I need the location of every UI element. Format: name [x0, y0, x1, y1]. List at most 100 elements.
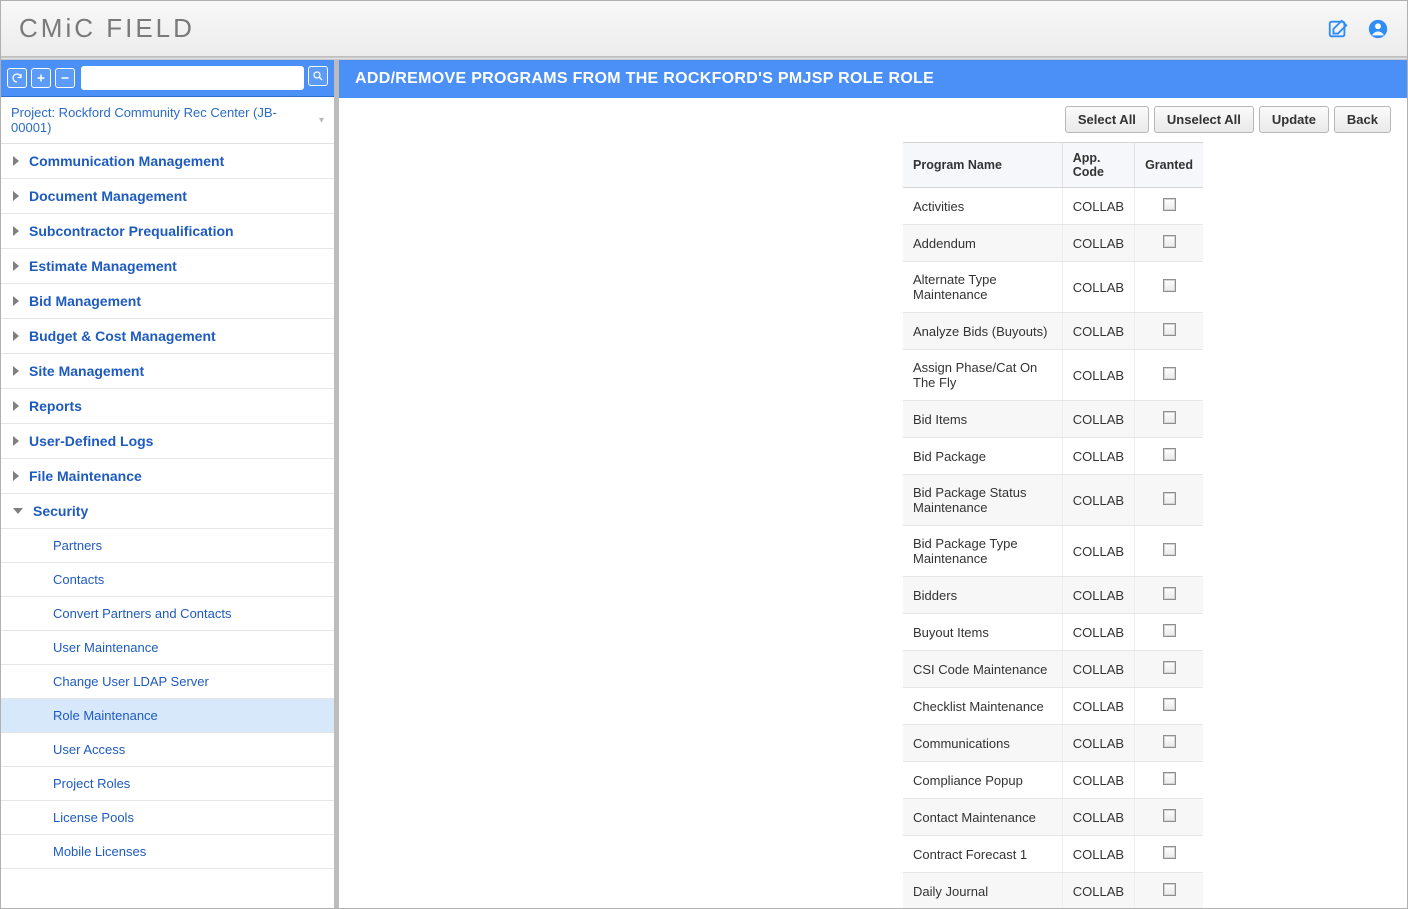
cell-program: Bid Items: [903, 401, 1062, 438]
col-appcode-header[interactable]: App. Code: [1062, 143, 1134, 188]
col-granted-header[interactable]: Granted: [1135, 143, 1203, 188]
nav-group[interactable]: Communication Management: [1, 144, 334, 179]
granted-checkbox[interactable]: [1163, 367, 1176, 380]
nav-sub-item[interactable]: Contacts: [1, 563, 334, 597]
granted-checkbox[interactable]: [1163, 661, 1176, 674]
search-icon[interactable]: [308, 66, 328, 86]
cell-granted: [1135, 614, 1203, 651]
granted-checkbox[interactable]: [1163, 492, 1176, 505]
cell-granted: [1135, 725, 1203, 762]
cell-program: Bid Package Type Maintenance: [903, 526, 1062, 577]
granted-checkbox[interactable]: [1163, 279, 1176, 292]
cell-granted: [1135, 188, 1203, 225]
granted-checkbox[interactable]: [1163, 698, 1176, 711]
table-row: Bid Package Status MaintenanceCOLLAB: [903, 475, 1203, 526]
cell-granted: [1135, 262, 1203, 313]
col-program-header[interactable]: Program Name: [903, 143, 1062, 188]
brand-suffix: C: [74, 13, 96, 43]
granted-checkbox[interactable]: [1163, 448, 1176, 461]
nav-group-label: Communication Management: [29, 153, 224, 169]
cell-program: CSI Code Maintenance: [903, 651, 1062, 688]
granted-checkbox[interactable]: [1163, 809, 1176, 822]
cell-appcode: COLLAB: [1062, 262, 1134, 313]
cell-appcode: COLLAB: [1062, 614, 1134, 651]
content-pane: ADD/REMOVE PROGRAMS FROM THE ROCKFORD'S …: [335, 60, 1407, 908]
cell-granted: [1135, 577, 1203, 614]
chevron-right-icon: [13, 366, 19, 376]
nav-group[interactable]: Budget & Cost Management: [1, 319, 334, 354]
user-icon[interactable]: [1367, 18, 1389, 40]
select-all-button[interactable]: Select All: [1065, 106, 1149, 133]
chevron-right-icon: [13, 156, 19, 166]
cell-appcode: COLLAB: [1062, 577, 1134, 614]
granted-checkbox[interactable]: [1163, 846, 1176, 859]
cell-granted: [1135, 401, 1203, 438]
granted-checkbox[interactable]: [1163, 411, 1176, 424]
chevron-right-icon: [13, 191, 19, 201]
cell-granted: [1135, 475, 1203, 526]
cell-granted: [1135, 350, 1203, 401]
cell-appcode: COLLAB: [1062, 725, 1134, 762]
cell-appcode: COLLAB: [1062, 651, 1134, 688]
back-button[interactable]: Back: [1334, 106, 1391, 133]
nav-group[interactable]: Security: [1, 494, 334, 529]
nav-sub-item[interactable]: Partners: [1, 529, 334, 563]
granted-checkbox[interactable]: [1163, 587, 1176, 600]
nav-group[interactable]: Subcontractor Prequalification: [1, 214, 334, 249]
granted-checkbox[interactable]: [1163, 543, 1176, 556]
update-button[interactable]: Update: [1259, 106, 1329, 133]
table-row: Daily JournalCOLLAB: [903, 873, 1203, 909]
nav-sub-item[interactable]: Role Maintenance: [1, 699, 334, 733]
chevron-right-icon: [13, 226, 19, 236]
cell-program: Analyze Bids (Buyouts): [903, 313, 1062, 350]
nav-sub-item[interactable]: User Access: [1, 733, 334, 767]
granted-checkbox[interactable]: [1163, 198, 1176, 211]
table-scroll[interactable]: Program Name App. Code Granted Activitie…: [903, 142, 1203, 908]
granted-checkbox[interactable]: [1163, 323, 1176, 336]
nav-sub-item[interactable]: Convert Partners and Contacts: [1, 597, 334, 631]
cell-program: Activities: [903, 188, 1062, 225]
granted-checkbox[interactable]: [1163, 735, 1176, 748]
nav-group[interactable]: Document Management: [1, 179, 334, 214]
cell-program: Addendum: [903, 225, 1062, 262]
cell-appcode: COLLAB: [1062, 350, 1134, 401]
cell-program: Communications: [903, 725, 1062, 762]
cell-appcode: COLLAB: [1062, 836, 1134, 873]
project-selector[interactable]: Project: Rockford Community Rec Center (…: [1, 97, 334, 144]
nav-group-label: Estimate Management: [29, 258, 177, 274]
sidebar-search-input[interactable]: [81, 66, 304, 90]
table-row: ActivitiesCOLLAB: [903, 188, 1203, 225]
refresh-icon[interactable]: [7, 68, 27, 88]
nav-group[interactable]: Site Management: [1, 354, 334, 389]
granted-checkbox[interactable]: [1163, 235, 1176, 248]
table-row: CSI Code MaintenanceCOLLAB: [903, 651, 1203, 688]
cell-granted: [1135, 836, 1203, 873]
nav-group[interactable]: User-Defined Logs: [1, 424, 334, 459]
cell-granted: [1135, 526, 1203, 577]
expand-icon[interactable]: [31, 68, 51, 88]
nav-sub-item[interactable]: Project Roles: [1, 767, 334, 801]
nav-group[interactable]: Reports: [1, 389, 334, 424]
nav-sub-item[interactable]: Mobile Licenses: [1, 835, 334, 869]
granted-checkbox[interactable]: [1163, 624, 1176, 637]
nav-sub-item[interactable]: Change User LDAP Server: [1, 665, 334, 699]
cell-appcode: COLLAB: [1062, 526, 1134, 577]
granted-checkbox[interactable]: [1163, 772, 1176, 785]
table-body: ActivitiesCOLLABAddendumCOLLABAlternate …: [903, 188, 1203, 909]
collapse-icon[interactable]: [55, 68, 75, 88]
chevron-right-icon: [13, 331, 19, 341]
cell-program: Compliance Popup: [903, 762, 1062, 799]
edit-icon[interactable]: [1327, 18, 1349, 40]
unselect-all-button[interactable]: Unselect All: [1154, 106, 1254, 133]
nav-group[interactable]: File Maintenance: [1, 459, 334, 494]
chevron-right-icon: [13, 436, 19, 446]
granted-checkbox[interactable]: [1163, 883, 1176, 896]
cell-appcode: COLLAB: [1062, 799, 1134, 836]
nav-group[interactable]: Bid Management: [1, 284, 334, 319]
nav-sub-item[interactable]: License Pools: [1, 801, 334, 835]
cell-program: Assign Phase/Cat On The Fly: [903, 350, 1062, 401]
nav-sub-item[interactable]: User Maintenance: [1, 631, 334, 665]
nav-group-label: File Maintenance: [29, 468, 142, 484]
brand-word: FIELD: [106, 13, 195, 43]
nav-group[interactable]: Estimate Management: [1, 249, 334, 284]
